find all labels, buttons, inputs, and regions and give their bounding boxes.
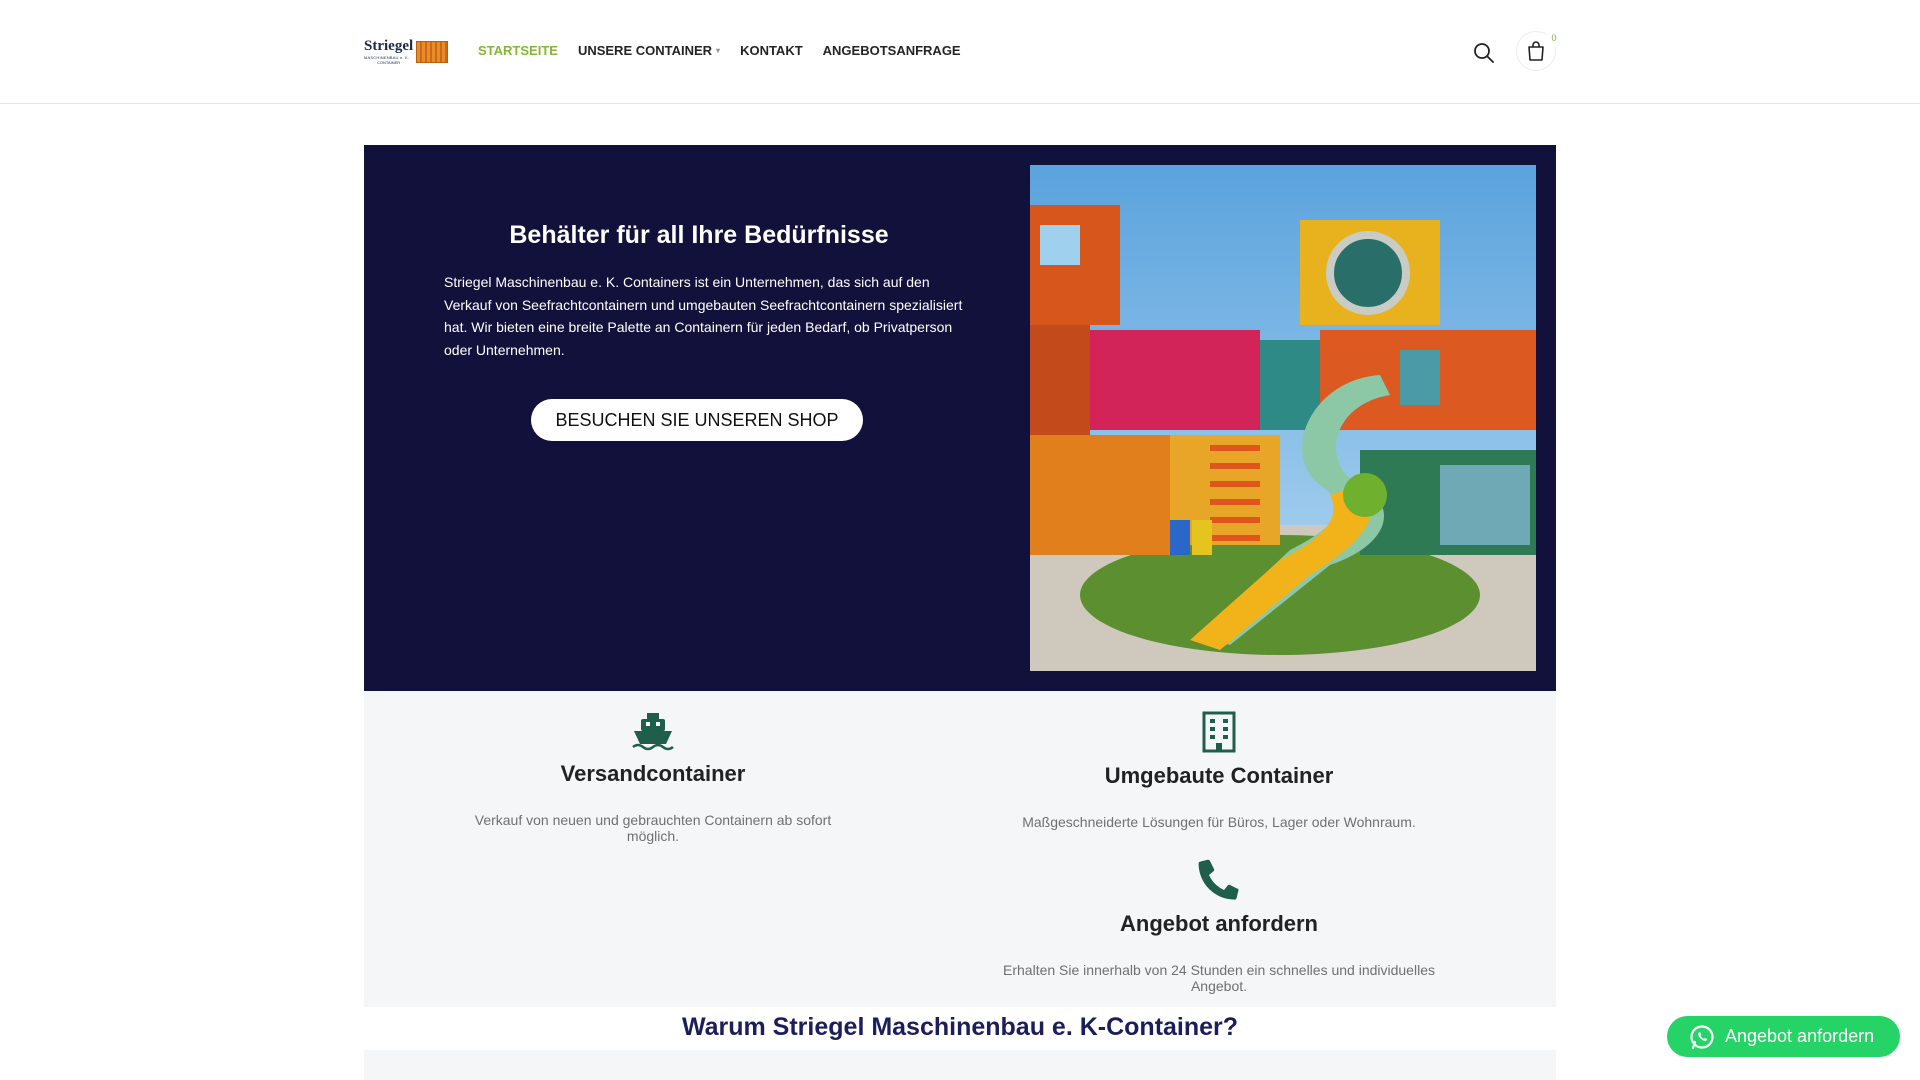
feature-title: Umgebaute Container bbox=[1104, 763, 1334, 788]
whatsapp-button-label: Angebot anfordern bbox=[1725, 1026, 1875, 1046]
nav-item-startseite[interactable]: STARTSEITE bbox=[478, 43, 558, 58]
logo-name: Striegel bbox=[364, 38, 414, 54]
nav-item-kontakt[interactable]: KONTAKT bbox=[740, 43, 803, 58]
feature-description: Verkauf von neuen und gebrauchten Contai… bbox=[474, 812, 832, 844]
hero-text: Striegel Maschinenbau e. K. Containers i… bbox=[444, 274, 963, 358]
why-section-body bbox=[364, 1050, 1556, 1080]
nav-item-unsere-container[interactable]: UNSERE CONTAINER ▾ bbox=[578, 43, 720, 58]
hero-section: Behälter für all Ihre Bedürfnisse Strieg… bbox=[364, 145, 1556, 691]
feature-description: Erhalten Sie innerhalb von 24 Stunden ei… bbox=[1003, 962, 1435, 994]
cart-count-badge: 0 bbox=[1546, 30, 1562, 46]
main-nav: STARTSEITE UNSERE CONTAINER ▾ KONTAKT ANG… bbox=[478, 43, 981, 58]
visit-shop-button[interactable]: BESUCHEN SIE UNSEREN SHOP bbox=[531, 399, 863, 441]
feature-versandcontainer: Versandcontainer Verkauf von neuen und g… bbox=[448, 711, 858, 844]
whatsapp-quote-button[interactable]: Angebot anfordern bbox=[1667, 1016, 1900, 1057]
nav-item-angebotsanfrage[interactable]: ANGEBOTSANFRAGE bbox=[823, 43, 961, 58]
hero-title: Behälter für all Ihre Bedürfnisse bbox=[509, 221, 889, 249]
whatsapp-icon bbox=[1690, 1024, 1714, 1049]
feature-angebot-anfordern: Angebot anfordern Erhalten Sie innerhalb… bbox=[984, 859, 1454, 994]
ship-icon bbox=[632, 713, 674, 751]
feature-title: Versandcontainer bbox=[560, 761, 746, 786]
features-section: Versandcontainer Verkauf von neuen und g… bbox=[364, 691, 1556, 1007]
shopping-bag-icon bbox=[1528, 41, 1544, 61]
site-logo[interactable]: Striegel MASCHINENBAU e. K. CONTAINER bbox=[364, 34, 458, 70]
feature-umgebaute-container: Umgebaute Container Maßgeschneiderte Lös… bbox=[1004, 711, 1434, 830]
feature-title: Angebot anfordern bbox=[1120, 911, 1318, 936]
chevron-down-icon: ▾ bbox=[716, 46, 721, 55]
why-section-title: Warum Striegel Maschinenbau e. K-Contain… bbox=[681, 1013, 1239, 1041]
container-logo-graphic bbox=[416, 41, 449, 63]
container-playground-image bbox=[1030, 165, 1536, 671]
phone-icon bbox=[1198, 859, 1239, 900]
logo-subtitle-2: CONTAINER bbox=[376, 60, 401, 65]
search-icon[interactable] bbox=[1472, 41, 1496, 65]
site-header: Striegel MASCHINENBAU e. K. CONTAINER ST… bbox=[0, 0, 1920, 104]
building-icon bbox=[1202, 711, 1236, 753]
feature-description: Maßgeschneiderte Lösungen für Büros, Lag… bbox=[1022, 814, 1416, 830]
